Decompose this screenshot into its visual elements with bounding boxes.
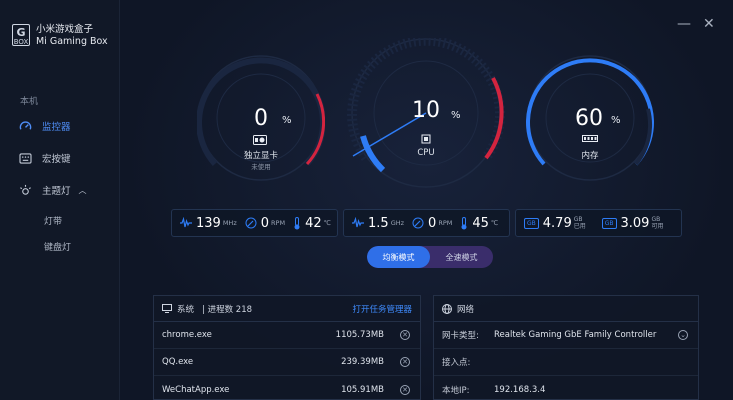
gb-badge-icon: GB — [524, 217, 539, 229]
full-speed-mode-button[interactable]: 全速模式 — [430, 246, 493, 268]
minimize-button[interactable]: — — [677, 16, 691, 32]
close-icon[interactable]: ✕ — [400, 384, 410, 395]
gb-badge-icon: GB — [601, 217, 617, 229]
gpu-gauge: 0 % 独立显卡 未使用 — [197, 54, 325, 182]
cpu-temperature: 45 ℃ — [460, 216, 498, 231]
gpu-label: 独立显卡 — [243, 151, 278, 161]
system-panel-header: 系统 | 进程数 218 打开任务管理器 — [154, 296, 420, 322]
sidebar-subitem-keyboard-light[interactable]: 键盘灯 — [44, 240, 71, 253]
table-row: 本地IP: 192.168.3.4 — [442, 384, 546, 396]
memory-usage-unit: % — [611, 115, 621, 126]
network-panel-header: 网络 — [434, 296, 698, 322]
light-icon — [18, 183, 32, 197]
sidebar: G BOX 小米游戏盒子 Mi Gaming Box 本机 监控器 宏按键 主题… — [0, 0, 120, 400]
waveform-icon — [180, 217, 192, 228]
fan-icon — [412, 217, 424, 229]
system-panel: 系统 | 进程数 218 打开任务管理器 chrome.exe 1105.73M… — [153, 295, 421, 400]
thermometer-icon — [461, 216, 467, 229]
cpu-fan-speed: 0 RPM — [412, 216, 452, 231]
waveform-icon — [352, 217, 364, 228]
memory-stats-box: GB 4.79 GB 已用 GB 3.09 GB 可用 — [515, 209, 682, 237]
table-row: WeChatApp.exe 105.91MB ✕ — [154, 376, 420, 400]
table-row: chrome.exe 1105.73MB ✕ — [154, 322, 420, 349]
gpu-stats-box: 139 MHz 0 RPM 42 ℃ — [171, 209, 338, 237]
table-row: QQ.exe 239.39MB ✕ — [154, 349, 420, 376]
close-icon[interactable]: ✕ — [400, 357, 410, 367]
gpu-fan-speed: 0 RPM — [245, 216, 285, 231]
balanced-mode-button[interactable]: 均衡模式 — [367, 246, 430, 268]
open-task-manager-link[interactable]: 打开任务管理器 — [352, 303, 412, 315]
performance-mode-toggle: 均衡模式 全速模式 — [367, 246, 493, 268]
gpu-temperature: 42 ℃ — [293, 216, 331, 231]
cpu-label: CPU — [417, 148, 435, 158]
cpu-gauge: 10 % CPU — [343, 38, 509, 188]
section-label-local: 本机 — [20, 97, 39, 107]
cpu-usage-unit: % — [451, 110, 461, 121]
sidebar-subitem-lightstrip[interactable]: 灯带 — [44, 214, 62, 227]
brand: G BOX 小米游戏盒子 Mi Gaming Box — [12, 24, 108, 48]
chevron-down-icon[interactable]: ⌄ — [678, 330, 688, 340]
network-panel: 网络 网卡类型: Realtek Gaming GbE Family Contr… — [433, 295, 699, 400]
sidebar-item-monitor[interactable]: 监控器 — [18, 118, 71, 134]
close-icon[interactable]: ✕ — [400, 330, 410, 340]
close-button[interactable]: ✕ — [703, 16, 715, 32]
keyboard-icon — [18, 151, 32, 165]
memory-gauge: 60 % 内存 — [526, 54, 654, 182]
main-area: — ✕ 0 % 独立显卡 未使用 10 % CPU 60 % 内存 139 MH… — [121, 0, 733, 400]
table-row: 网卡类型: Realtek Gaming GbE Family Controll… — [434, 322, 698, 349]
memory-usage-value: 60 — [575, 106, 603, 131]
monitor-icon — [162, 304, 172, 313]
globe-icon — [442, 303, 452, 314]
cpu-usage-value: 10 — [412, 98, 440, 123]
table-row: 接入点: — [434, 349, 698, 376]
memory-label: 内存 — [581, 151, 599, 161]
sidebar-item-macro[interactable]: 宏按键 — [18, 150, 71, 166]
memory-available: GB 3.09 GB 可用 — [601, 216, 663, 231]
gpu-usage-value: 0 — [254, 106, 268, 131]
memory-used: GB 4.79 GB 已用 — [524, 216, 586, 231]
fan-icon — [245, 217, 257, 229]
gaming-box-logo: G BOX — [12, 24, 30, 46]
thermometer-icon — [294, 216, 300, 229]
speedometer-icon — [18, 119, 32, 133]
gpu-frequency: 139 MHz — [180, 216, 237, 231]
cpu-frequency: 1.5 GHz — [352, 216, 404, 231]
cpu-stats-box: 1.5 GHz 0 RPM 45 ℃ — [343, 209, 510, 237]
app-title: 小米游戏盒子 Mi Gaming Box — [36, 24, 108, 47]
gpu-sublabel: 未使用 — [251, 163, 271, 171]
chevron-up-icon: ︿ — [78, 185, 87, 195]
gpu-usage-unit: % — [282, 115, 292, 126]
sidebar-item-theme-light[interactable]: 主题灯 ︿ — [18, 182, 87, 198]
